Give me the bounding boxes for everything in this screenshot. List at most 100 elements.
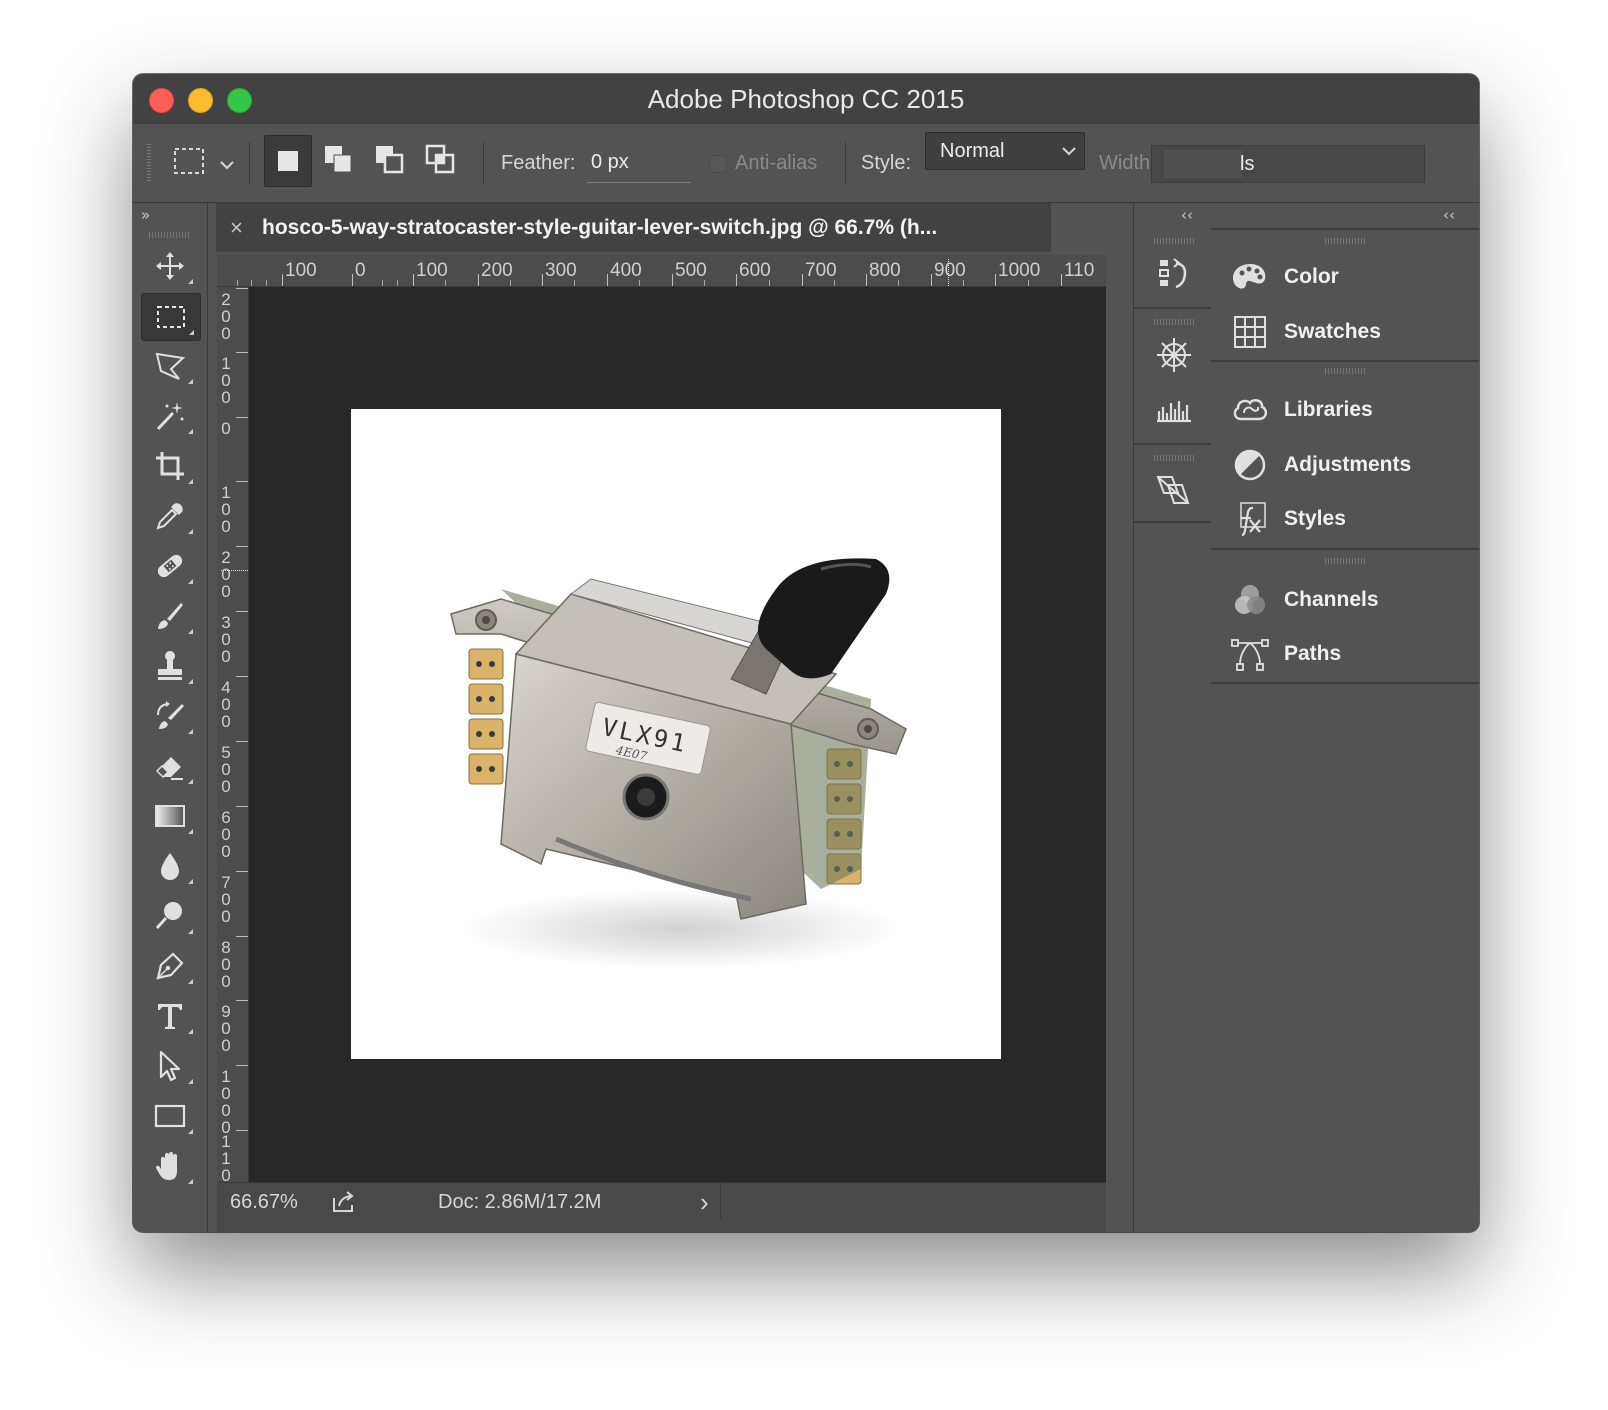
feather-value: 0 px	[591, 151, 629, 173]
marquee-preset-icon	[174, 148, 234, 174]
ruler-label: 400	[610, 260, 642, 281]
tool-flyout-indicator	[189, 330, 194, 335]
width-value-field[interactable]: ls	[1151, 145, 1425, 183]
icon-strip-collapse-button[interactable]: ‹‹	[1181, 203, 1193, 227]
status-menu-arrow[interactable]: ›	[700, 1183, 709, 1221]
ruler-label: 100	[285, 260, 317, 281]
horizontal-ruler: 100 0 100 200 300 400 500 600 700 800 90…	[217, 255, 1106, 287]
document-image[interactable]: VLX91 4E07	[351, 409, 1001, 1059]
ruler-subtick	[704, 280, 705, 286]
subtract-from-selection-button[interactable]	[367, 135, 413, 185]
ruler-label: 400	[221, 678, 231, 731]
canvas-pasteboard[interactable]: VLX91 4E07	[249, 287, 1106, 1182]
tool-flyout-indicator	[188, 979, 193, 984]
panel-item-adjustments[interactable]: Adjustments	[1231, 440, 1471, 490]
histogram-icon[interactable]	[1154, 389, 1194, 429]
panel-divider	[1134, 307, 1211, 309]
magic-wand-tool[interactable]	[141, 393, 199, 439]
antialias-checkbox[interactable]	[709, 155, 727, 173]
document-tab[interactable]: × hosco-5-way-stratocaster-style-guitar-…	[216, 203, 1051, 252]
eraser-tool[interactable]	[141, 743, 199, 789]
panel-item-color[interactable]: Color	[1231, 252, 1471, 302]
ruler-subtick	[266, 280, 267, 286]
lasso-tool[interactable]	[141, 343, 199, 389]
healing-brush-tool[interactable]	[141, 543, 199, 589]
tool-preset-picker[interactable]	[169, 138, 239, 188]
gradient-icon	[155, 805, 185, 827]
ruler-label: 900	[934, 260, 966, 281]
ruler-tick	[736, 274, 737, 286]
ruler-subtick	[834, 280, 835, 286]
pen-tool[interactable]	[141, 943, 199, 989]
intersect-selection-button[interactable]	[418, 135, 464, 185]
rectangular-marquee-tool[interactable]	[141, 293, 201, 341]
crop-tool[interactable]	[141, 443, 199, 489]
ruler-tick	[672, 274, 673, 286]
tool-flyout-indicator	[188, 529, 193, 534]
status-divider	[720, 1183, 721, 1219]
path-selection-tool[interactable]	[141, 1043, 199, 1089]
move-tool[interactable]	[141, 243, 199, 289]
close-tab-button[interactable]: ×	[230, 203, 243, 252]
ruler-tick	[236, 806, 248, 807]
drop-icon	[161, 853, 179, 880]
layer-comps-icon[interactable]	[1154, 471, 1194, 511]
ruler-subtick	[445, 280, 446, 286]
swatches-icon	[1234, 316, 1266, 348]
tool-flyout-indicator	[188, 779, 193, 784]
rectangle-tool[interactable]	[141, 1093, 199, 1139]
toolbox-collapse-button[interactable]: »	[141, 203, 150, 227]
ruler-label: 200	[481, 260, 513, 281]
ruler-tick	[236, 1130, 248, 1131]
tool-flyout-indicator	[188, 629, 193, 634]
document-area: × hosco-5-way-stratocaster-style-guitar-…	[208, 203, 1132, 1232]
feather-input[interactable]: 0 px	[587, 142, 691, 183]
navigator-icon[interactable]	[1154, 335, 1194, 375]
subtract-selection-icon	[376, 146, 404, 174]
panel-item-paths[interactable]: Paths	[1231, 629, 1471, 679]
panel-label: Color	[1284, 265, 1339, 288]
bandage-icon	[157, 554, 183, 578]
panel-label: Styles	[1284, 507, 1346, 530]
eyedropper-tool[interactable]	[141, 493, 199, 539]
panel-item-swatches[interactable]: Swatches	[1231, 307, 1471, 357]
ruler-subtick	[574, 280, 575, 286]
style-dropdown-value: Normal	[940, 140, 1005, 162]
brush-tool[interactable]	[141, 593, 199, 639]
toolbox-grip	[149, 232, 189, 238]
ruler-label: 500	[675, 260, 707, 281]
panel-item-libraries[interactable]: Libraries	[1231, 385, 1471, 435]
tool-flyout-indicator	[188, 729, 193, 734]
paths-icon	[1231, 639, 1269, 671]
zoom-level[interactable]: 66.67%	[230, 1183, 298, 1221]
ruler-subtick	[769, 280, 770, 286]
panels-collapse-button[interactable]: ‹‹	[1443, 203, 1455, 227]
panel-item-styles[interactable]: Styles	[1231, 494, 1471, 544]
dodge-icon	[155, 902, 182, 930]
ruler-tick	[413, 274, 414, 286]
ruler-tick	[236, 546, 248, 547]
panel-item-channels[interactable]: Channels	[1231, 575, 1471, 625]
history-icon[interactable]	[1154, 255, 1194, 295]
dodge-tool[interactable]	[141, 893, 199, 939]
gradient-tool[interactable]	[141, 793, 199, 839]
blur-tool[interactable]	[141, 843, 199, 889]
ruler-label: 300	[545, 260, 577, 281]
ruler-subtick	[237, 280, 238, 286]
hand-tool[interactable]	[141, 1143, 199, 1189]
share-icon[interactable]	[331, 1190, 357, 1214]
status-bar: 66.67% Doc: 2.86M/17.2M ›	[217, 1182, 1106, 1232]
ruler-label: 1000	[998, 260, 1041, 281]
new-selection-button[interactable]	[264, 135, 312, 187]
clone-stamp-tool[interactable]	[141, 643, 199, 689]
collapsed-panel-strip: ‹‹	[1133, 203, 1212, 1232]
style-dropdown[interactable]: Normal	[925, 132, 1085, 170]
history-brush-tool[interactable]	[141, 693, 199, 739]
panel-label: Swatches	[1284, 320, 1381, 343]
options-separator	[483, 142, 484, 184]
add-to-selection-button[interactable]	[316, 135, 362, 185]
panel-divider	[1134, 521, 1211, 523]
type-tool[interactable]	[141, 993, 199, 1039]
ruler-tick	[236, 352, 248, 353]
styles-fx-icon	[1240, 502, 1266, 537]
